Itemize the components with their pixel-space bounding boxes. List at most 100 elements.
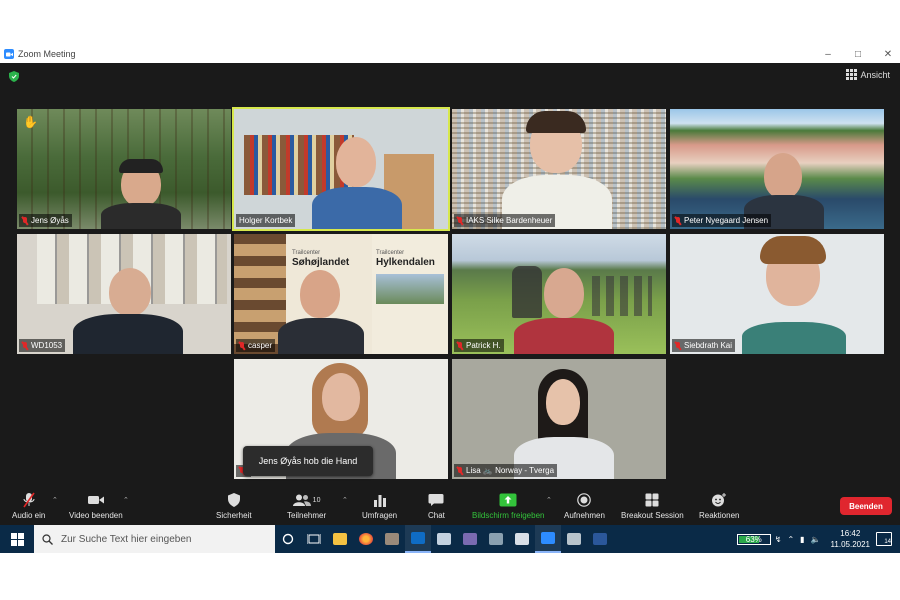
video-tile[interactable]: IAKS Silke Bardenheuer — [452, 109, 666, 229]
zoom-taskbar-icon[interactable] — [535, 525, 561, 553]
app-icon[interactable] — [509, 525, 535, 553]
video-button[interactable]: Video beenden — [69, 492, 123, 520]
action-center-icon[interactable]: 14 — [876, 532, 892, 546]
backdrop-text: Hylkendalen — [376, 257, 435, 268]
reactions-button[interactable]: Reaktionen — [699, 492, 739, 520]
view-button[interactable]: Ansicht — [846, 69, 890, 80]
video-tile[interactable]: Siebdrath Kai — [670, 234, 884, 354]
clock[interactable]: 16:42 11.05.2021 — [831, 528, 870, 550]
task-view-icon[interactable] — [301, 525, 327, 553]
participants-icon — [292, 494, 311, 506]
shield-icon[interactable] — [9, 71, 19, 82]
participant-name-tag: casper — [236, 339, 276, 352]
app-icon[interactable] — [431, 525, 457, 553]
breakout-session-button[interactable]: Breakout Session — [621, 492, 684, 520]
security-button[interactable]: Sicherheit — [216, 492, 252, 520]
audio-options-caret[interactable]: ⌃ — [52, 496, 58, 504]
clock-date: 11.05.2021 — [830, 540, 870, 549]
participant-name: WD1053 — [31, 341, 63, 350]
muted-mic-icon — [457, 216, 463, 225]
file-explorer-icon[interactable] — [327, 525, 353, 553]
breakout-session-label: Breakout Session — [621, 511, 684, 520]
battery-indicator[interactable]: 63% — [736, 533, 771, 545]
participant-name-tag: WD1053 — [19, 339, 66, 352]
app-icon[interactable] — [457, 525, 483, 553]
video-label: Video beenden — [69, 511, 123, 520]
speaker-icon[interactable]: 🔈 — [811, 535, 821, 544]
security-label: Sicherheit — [216, 511, 252, 520]
participants-button[interactable]: 10 Teilnehmer — [287, 492, 326, 520]
share-screen-icon — [499, 493, 517, 507]
participants-label: Teilnehmer — [287, 511, 327, 520]
bar-chart-icon — [373, 495, 386, 507]
smiley-plus-icon — [712, 493, 727, 507]
video-options-caret[interactable]: ⌃ — [123, 496, 129, 504]
record-label: Aufnehmen — [564, 511, 605, 520]
audio-button[interactable]: Audio ein — [12, 492, 45, 520]
meeting-area: Ansicht ✋ Jens Øyås Holger Kortbek IAKS … — [0, 63, 900, 490]
app-icon[interactable] — [483, 525, 509, 553]
share-options-caret[interactable]: ⌃ — [546, 496, 552, 504]
firefox-icon[interactable] — [353, 525, 379, 553]
battery-percent: 63% — [745, 534, 762, 544]
video-tile-active-speaker[interactable]: Holger Kortbek — [232, 107, 450, 231]
record-button[interactable]: Aufnehmen — [564, 492, 605, 520]
participant-name: IAKS Silke Bardenheuer — [466, 216, 553, 225]
video-tile[interactable]: Lisa 🚲 Norway - Tverga — [452, 359, 666, 479]
word-icon[interactable] — [587, 525, 613, 553]
meeting-toolbar: Audio ein ⌃ Video beenden ⌃ Sicherheit 1… — [0, 490, 900, 525]
network-icon[interactable]: ▮ — [800, 535, 804, 544]
participants-count: 10 — [312, 496, 321, 504]
app-icon[interactable] — [561, 525, 587, 553]
chevron-up-icon[interactable]: ⌃ — [787, 535, 794, 544]
backdrop-text: Søhøjlandet — [292, 257, 350, 268]
app-icon[interactable] — [379, 525, 405, 553]
participant-name: Peter Nyegaard Jensen — [684, 216, 769, 225]
security-shield-icon — [227, 493, 240, 507]
video-camera-icon — [87, 496, 104, 504]
chat-button[interactable]: Chat — [428, 492, 445, 520]
video-tile[interactable]: Patrick H. — [452, 234, 666, 354]
polls-label: Umfragen — [362, 511, 398, 520]
video-tile[interactable]: WD1053 — [17, 234, 231, 354]
muted-mic-icon — [22, 216, 28, 225]
cortana-icon[interactable] — [275, 525, 301, 553]
maximize-icon[interactable]: □ — [852, 49, 864, 60]
share-screen-label: Bildschirm freigeben — [472, 511, 545, 520]
participant-name-tag: IAKS Silke Bardenheuer — [454, 214, 556, 227]
clock-time: 16:42 — [840, 529, 861, 538]
video-tile[interactable]: ✋ Jens Øyås — [17, 109, 231, 229]
participant-name: casper — [248, 341, 273, 350]
polls-button[interactable]: Umfragen — [362, 492, 397, 520]
start-button[interactable] — [0, 525, 34, 553]
view-label: Ansicht — [860, 69, 890, 80]
chat-label: Chat — [428, 511, 445, 520]
backdrop-text: Trailcenter — [376, 250, 405, 256]
participant-name: Lisa 🚲 Norway - Tverga — [466, 466, 555, 475]
participant-name-tag: Jens Øyås — [19, 214, 72, 227]
taskbar-search[interactable]: Zur Suche Text hier eingeben — [34, 525, 275, 553]
participant-name-tag: Holger Kortbek — [236, 214, 296, 227]
raised-hand-icon: ✋ — [23, 115, 38, 129]
end-meeting-button[interactable]: Beenden — [840, 497, 892, 515]
plug-icon[interactable]: ↯ — [775, 535, 782, 544]
raised-hand-notification: Jens Øyås hob die Hand — [243, 446, 373, 476]
outlook-icon[interactable] — [405, 525, 431, 553]
participants-options-caret[interactable]: ⌃ — [342, 496, 348, 504]
muted-mic-icon — [22, 341, 28, 350]
close-icon[interactable]: ✕ — [882, 49, 894, 60]
participant-name: Holger Kortbek — [239, 216, 293, 225]
muted-mic-icon — [23, 492, 35, 508]
chat-bubble-icon — [428, 494, 444, 506]
share-screen-button[interactable]: Bildschirm freigeben — [472, 492, 544, 520]
windows-taskbar: Zur Suche Text hier eingeben 63% ↯ ⌃ ▮ 🔈… — [0, 525, 900, 553]
window-title: Zoom Meeting — [18, 49, 76, 59]
minimize-icon[interactable]: – — [822, 49, 834, 60]
muted-mic-icon — [675, 216, 681, 225]
video-tile[interactable]: Trailcenter Søhøjlandet Trailcenter Hylk… — [234, 234, 448, 354]
window-controls: – □ ✕ — [822, 45, 894, 63]
backdrop-text: Trailcenter — [292, 250, 321, 256]
search-placeholder: Zur Suche Text hier eingeben — [61, 533, 192, 545]
muted-mic-icon — [239, 341, 245, 350]
video-tile[interactable]: Peter Nyegaard Jensen — [670, 109, 884, 229]
